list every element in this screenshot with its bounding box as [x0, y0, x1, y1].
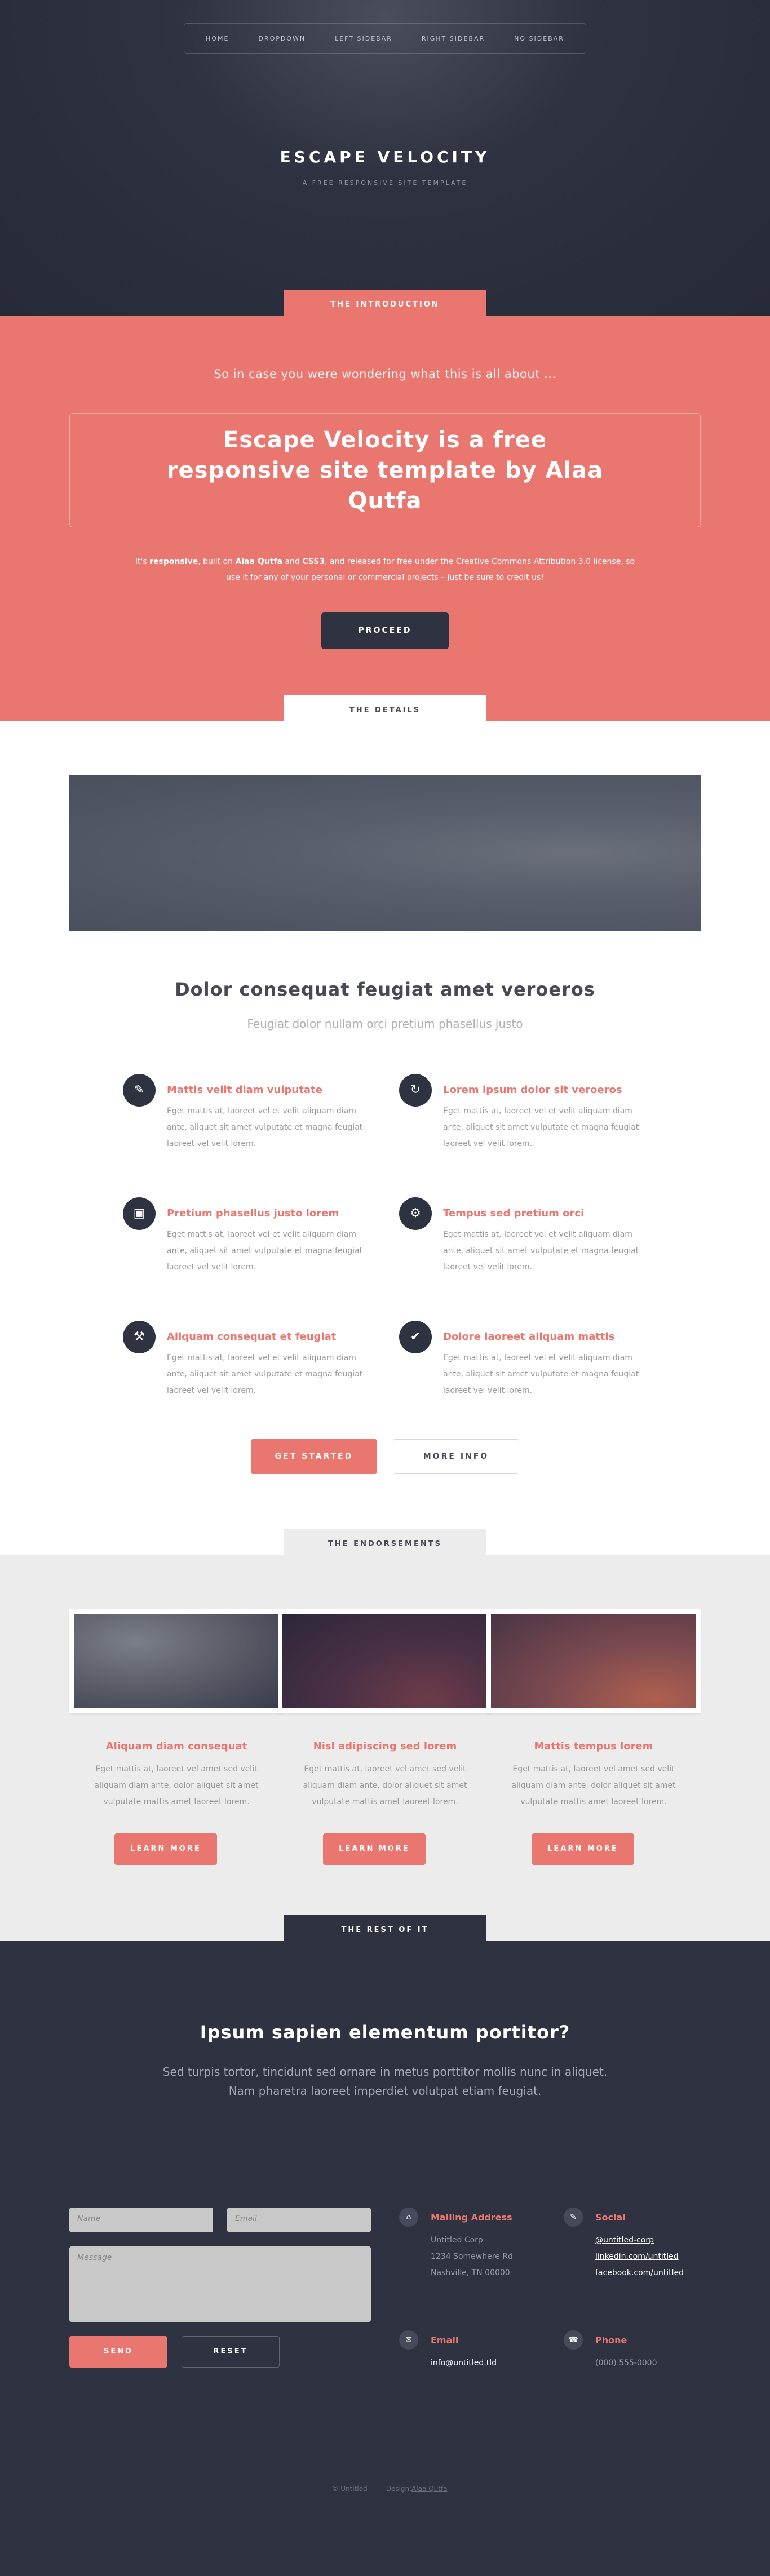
card-title: Nisl adipiscing sed lorem	[313, 1740, 457, 1752]
card-text: Eget mattis at, laoreet vel amet sed vel…	[511, 1765, 676, 1806]
feature-text: Eget mattis at, laoreet vel et velit ali…	[167, 1230, 363, 1272]
details-subtitle: Feugiat dolor nullam orci pretium phasel…	[247, 1017, 523, 1031]
contact-title: Phone	[595, 2335, 627, 2346]
feature-item: ✔ Dolore laoreet aliquam mattis Eget mat…	[399, 1321, 641, 1420]
contact-title: Social	[595, 2212, 626, 2223]
footer-text: Sed turpis tortor, tincidunt sed ornare …	[162, 2065, 608, 2098]
reset-button[interactable]: RESET	[182, 2336, 280, 2368]
picture-icon: ▣	[123, 1197, 156, 1230]
details-title: Dolor consequat feugiat amet veroeros	[175, 979, 595, 1000]
learn-more-button[interactable]: LEARN MORE	[323, 1833, 426, 1865]
card-title: Aliquam diam consequat	[105, 1740, 247, 1752]
message-field[interactable]: Message	[69, 2246, 371, 2322]
nav-item-home[interactable]: HOME	[191, 35, 244, 42]
intro-text: It's responsive, built on Alaa Qutfa and…	[135, 557, 635, 582]
license-link[interactable]: Creative Commons Attribution 3.0 license	[456, 557, 621, 566]
refresh-icon: ↻	[399, 1074, 432, 1107]
card-image[interactable]	[278, 1609, 492, 1713]
proceed-button[interactable]: PROCEED	[321, 612, 449, 649]
card-title: Mattis tempus lorem	[534, 1740, 653, 1752]
tab-details: THE DETAILS	[284, 695, 486, 726]
learn-more-button[interactable]: LEARN MORE	[532, 1833, 634, 1865]
check-icon: ✔	[399, 1321, 432, 1353]
endorsements-section: Aliquam diam consequat Eget mattis at, l…	[0, 1555, 770, 1941]
social-link[interactable]: @untitled-corp	[595, 2232, 684, 2249]
name-field[interactable]: Name	[69, 2208, 213, 2232]
feature-item: ⚙ Tempus sed pretium orci Eget mattis at…	[399, 1197, 641, 1296]
footer-title: Ipsum sapien elementum portitor?	[200, 2022, 570, 2043]
phone-contact: ☎ Phone (000) 555-0000	[564, 2330, 722, 2375]
feature-title: Aliquam consequat et feugiat	[167, 1331, 337, 1343]
wrench-icon: ⚒	[123, 1321, 156, 1353]
feature-title: Dolore laoreet aliquam mattis	[443, 1331, 615, 1343]
nav-item-right-sidebar[interactable]: RIGHT SIDEBAR	[407, 35, 499, 42]
card-text: Eget mattis at, laoreet vel amet sed vel…	[303, 1765, 467, 1806]
gear-icon: ⚙	[399, 1197, 432, 1230]
card-image[interactable]	[486, 1609, 701, 1713]
feature-item: ▣ Pretium phasellus justo lorem Eget mat…	[123, 1197, 365, 1296]
site-header: HOME DROPDOWN LEFT SIDEBAR RIGHT SIDEBAR…	[0, 0, 770, 316]
nav-item-no-sidebar[interactable]: NO SIDEBAR	[499, 35, 579, 42]
nav-item-dropdown[interactable]: DROPDOWN	[244, 35, 320, 42]
site-logo[interactable]: ESCAPE VELOCITY	[0, 148, 770, 166]
copyright: © Untitled Design: Alaa Qutfa	[331, 2485, 448, 2493]
social-link[interactable]: facebook.com/untitled	[595, 2265, 684, 2281]
card-text: Eget mattis at, laoreet vel amet sed vel…	[94, 1765, 259, 1806]
endorsement-card: Aliquam diam consequat Eget mattis at, l…	[69, 1609, 284, 1880]
design-link[interactable]: Alaa Qutfa	[411, 2485, 447, 2493]
feature-title: Lorem ipsum dolor sit veroeros	[443, 1084, 622, 1096]
feature-item: ⚒ Aliquam consequat et feugiat Eget matt…	[123, 1321, 365, 1420]
feature-title: Tempus sed pretium orci	[443, 1207, 585, 1219]
more-info-button[interactable]: MORE INFO	[393, 1439, 519, 1474]
comment-icon: ✎	[564, 2208, 583, 2227]
get-started-button[interactable]: GET STARTED	[251, 1439, 377, 1474]
intro-lead: So in case you were wondering what this …	[214, 367, 556, 381]
contact-title: Mailing Address	[431, 2212, 512, 2223]
endorsement-card: Nisl adipiscing sed lorem Eget mattis at…	[278, 1609, 492, 1880]
feature-text: Eget mattis at, laoreet vel et velit ali…	[443, 1230, 639, 1272]
email-link[interactable]: info@untitled.tld	[431, 2355, 497, 2371]
intro-headline-box: Escape Velocity is a free responsive sit…	[69, 413, 701, 527]
feature-text: Eget mattis at, laoreet vel et velit ali…	[167, 1353, 363, 1395]
tab-endorsements: THE ENDORSEMENTS	[284, 1529, 486, 1560]
tab-rest-of-it: THE REST OF IT	[284, 1915, 486, 1946]
phone-icon: ☎	[564, 2330, 583, 2350]
contact-title: Email	[431, 2335, 459, 2346]
send-button[interactable]: SEND	[69, 2336, 167, 2368]
feature-item: ✎ Mattis velit diam vulputate Eget matti…	[123, 1074, 365, 1173]
intro-headline: Escape Velocity is a free responsive sit…	[166, 427, 604, 514]
comment-icon: ✎	[123, 1074, 156, 1107]
feature-text: Eget mattis at, laoreet vel et velit ali…	[443, 1353, 639, 1395]
feature-text: Eget mattis at, laoreet vel et velit ali…	[167, 1107, 363, 1148]
mailing-address: ⌂ Mailing Address Untitled Corp 1234 Som…	[399, 2208, 557, 2277]
card-image[interactable]	[69, 1609, 284, 1713]
feature-text: Eget mattis at, laoreet vel et velit ali…	[443, 1107, 639, 1148]
nav-item-left-sidebar[interactable]: LEFT SIDEBAR	[320, 35, 407, 42]
feature-title: Mattis velit diam vulputate	[167, 1084, 322, 1096]
tab-introduction: THE INTRODUCTION	[284, 290, 486, 320]
main-nav: HOME DROPDOWN LEFT SIDEBAR RIGHT SIDEBAR…	[184, 23, 586, 54]
feature-title: Pretium phasellus justo lorem	[167, 1207, 339, 1219]
endorsement-card: Mattis tempus lorem Eget mattis at, laor…	[486, 1609, 701, 1880]
email-field[interactable]: Email	[227, 2208, 371, 2232]
banner-image	[69, 775, 701, 931]
email-contact: ✉ Email info@untitled.tld	[399, 2330, 557, 2375]
social-link[interactable]: linkedin.com/untitled	[595, 2249, 684, 2265]
social-links: ✎ Social @untitled-corp linkedin.com/unt…	[564, 2208, 722, 2277]
learn-more-button[interactable]: LEARN MORE	[114, 1833, 217, 1865]
intro-section: So in case you were wondering what this …	[0, 316, 770, 721]
feature-item: ↻ Lorem ipsum dolor sit veroeros Eget ma…	[399, 1074, 641, 1173]
site-tagline: A FREE RESPONSIVE SITE TEMPLATE	[302, 179, 468, 186]
envelope-icon: ✉	[399, 2330, 418, 2350]
home-icon: ⌂	[399, 2208, 418, 2227]
